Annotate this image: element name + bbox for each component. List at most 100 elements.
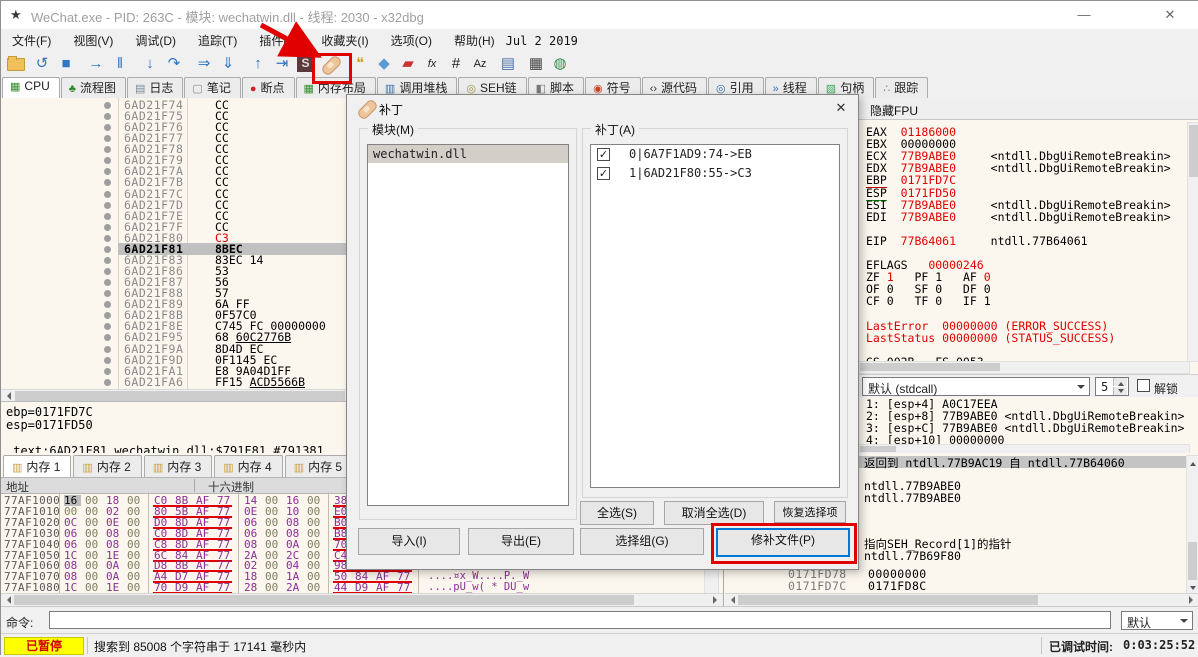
scroll-down-arrow-icon[interactable] [1187,582,1198,593]
deselect-all-button[interactable]: 取消全选(D) [664,501,764,525]
register-line[interactable]: LastStatus 00000000 (STATUS_SUCCESS) [866,332,1115,344]
run-to-cursor-icon[interactable]: ⇒ [193,53,215,75]
select-group-button[interactable]: 选择组(G) [580,528,704,555]
menu-trace[interactable]: 追踪(T) [187,29,248,51]
scrollbar-thumb[interactable] [738,595,1038,605]
breakpoint-dot-icon[interactable] [104,157,111,165]
menu-options[interactable]: 选项(O) [380,29,443,51]
breakpoint-dot-icon[interactable] [104,124,111,132]
bookmark-icon[interactable]: ▰ [397,53,419,75]
patch-checkbox[interactable]: ✓ [597,148,610,161]
tab-graph[interactable]: ♣ 流程图 [60,77,126,98]
breakpoint-dot-icon[interactable] [104,135,111,143]
module-list[interactable]: wechatwin.dll [367,144,569,506]
dump-tab-memory-2[interactable]: ▥ 内存 2 [73,455,142,477]
breakpoint-dot-icon[interactable] [104,367,111,375]
registers-panel[interactable]: 隐藏FPU EAX 01186000 EBX 00000000 ECX 77B9AB… [857,98,1198,455]
function-icon[interactable]: fx [421,53,443,75]
step-down-icon[interactable]: ⇓ [217,53,239,75]
register-line[interactable]: CF 0 TF 0 IF 1 [866,295,991,307]
breakpoint-dot-icon[interactable] [104,190,111,198]
register-line[interactable]: EDI 77B9ABE0 <ntdll.DbgUiRemoteBreakin> [866,211,1171,223]
close-button[interactable]: ✕ [1155,3,1185,27]
label-icon[interactable]: ◆ [373,53,395,75]
stack-comment[interactable]: ntdll.77B69F80 [864,550,961,562]
modules-icon[interactable]: ▤ [497,53,519,75]
scroll-right-arrow-icon[interactable] [1189,596,1197,604]
breakpoint-dot-icon[interactable] [104,179,111,187]
address-column-header[interactable]: 地址 [6,479,29,495]
breakpoint-dot-icon[interactable] [104,334,111,342]
calling-convention-select[interactable]: 默认 (stdcall) [862,377,1090,396]
scroll-right-arrow-icon[interactable] [713,596,721,604]
tab-cpu[interactable]: ▦ CPU [2,77,60,99]
dump-horizontal-scrollbar[interactable] [1,593,723,607]
tab-trace[interactable]: ∴ 跟踪 [875,77,929,98]
scrollbar-thumb[interactable] [15,391,345,401]
dialog-close-button[interactable]: ✕ [830,98,852,118]
pause-icon[interactable]: ‖ [109,53,131,75]
dump-tab-memory-4[interactable]: ▥ 内存 4 [214,455,283,477]
hide-fpu-button[interactable]: 隐藏FPU [870,102,918,119]
scrollbar-thumb[interactable] [14,595,634,605]
tab-breakpoints[interactable]: ● 断点 [241,77,295,98]
menu-view[interactable]: 视图(V) [62,29,124,51]
step-over-icon[interactable]: ↷ [163,53,185,75]
world-icon[interactable]: ◍ [549,53,571,75]
hex-column-header[interactable]: 十六进制 [208,479,254,495]
menu-help[interactable]: 帮助(H) [443,29,506,51]
scrollbar-thumb[interactable] [1188,542,1197,580]
breakpoint-dot-icon[interactable] [104,345,111,353]
breakpoint-dot-icon[interactable] [104,113,111,121]
open-file-icon[interactable] [7,56,25,71]
menu-file[interactable]: 文件(F) [1,29,62,51]
patch-checkbox[interactable]: ✓ [597,167,610,180]
ascii-table-icon[interactable]: Az [469,53,491,75]
close-process-icon[interactable]: ■ [55,53,77,75]
patch-dialog-title-bar[interactable]: 补丁 ✕ [347,95,858,121]
dump-tab-memory-1[interactable]: ▥ 内存 1 [3,455,72,478]
breakpoint-dot-icon[interactable] [104,223,111,231]
scroll-left-arrow-icon[interactable] [3,596,11,604]
breakpoint-dot-icon[interactable] [104,212,111,220]
command-profile-select[interactable]: 默认 [1121,611,1193,630]
dump-tab-memory-5[interactable]: ▥ 内存 5 [284,455,354,477]
breakpoint-dot-icon[interactable] [104,245,111,253]
scrollbar-thumb[interactable] [1189,125,1198,177]
scrollbar-thumb[interactable] [860,363,1000,371]
breakpoint-dot-icon[interactable] [104,290,111,298]
calculator-icon[interactable]: ▦ [525,53,547,75]
command-input[interactable] [49,611,1111,629]
stack-comment[interactable]: ntdll.77B9ABE0 [864,492,961,504]
run-icon[interactable]: → [85,53,107,75]
dump-tab-memory-3[interactable]: ▥ 内存 3 [143,455,213,477]
minimize-button[interactable]: — [1069,3,1099,27]
stepper-down-icon[interactable] [1113,387,1127,395]
restore-selection-button[interactable]: 恢复选择项(R) [774,501,846,541]
stack-vertical-scrollbar[interactable] [1186,455,1198,595]
breakpoint-dot-icon[interactable] [104,146,111,154]
breakpoint-dot-icon[interactable] [104,256,111,264]
arg-count-stepper[interactable]: 5 [1095,377,1129,396]
comment-icon[interactable]: ❝ [349,53,371,75]
registers-horizontal-scrollbar[interactable] [858,361,1190,374]
select-all-button[interactable]: 全选(S) [580,501,654,525]
export-button[interactable]: 导出(E) [468,528,574,555]
import-button[interactable]: 导入(I) [358,528,460,555]
breakpoint-dot-icon[interactable] [104,356,111,364]
scroll-left-arrow-icon[interactable] [3,392,11,400]
scroll-up-arrow-icon[interactable] [1187,456,1198,467]
breakpoint-dot-icon[interactable] [104,323,111,331]
tab-log[interactable]: ▤ 日志 [126,77,184,98]
hash-icon[interactable]: # [445,53,467,75]
registers-vertical-scrollbar[interactable] [1187,122,1198,362]
scroll-left-arrow-icon[interactable] [727,596,735,604]
patch-list-item[interactable]: ✓ 1|6AD21F80:55->C3 [591,164,839,183]
tab-notes[interactable]: ▢ 笔记 [184,77,241,98]
breakpoint-dot-icon[interactable] [104,102,111,109]
dump-row[interactable]: 77AF1080 1C 00 1E 00 70 D9 AF 77 28 00 2A 00 44 D9 AF 77… [1,582,723,595]
breakpoint-dot-icon[interactable] [104,234,111,242]
stack-horizontal-scrollbar[interactable] [725,593,1198,607]
breakpoint-dot-icon[interactable] [104,201,111,209]
patch-list[interactable]: ✓ 0|6A7F1AD9:74->EB ✓ 1|6AD21F80:55->C3 [590,144,840,488]
